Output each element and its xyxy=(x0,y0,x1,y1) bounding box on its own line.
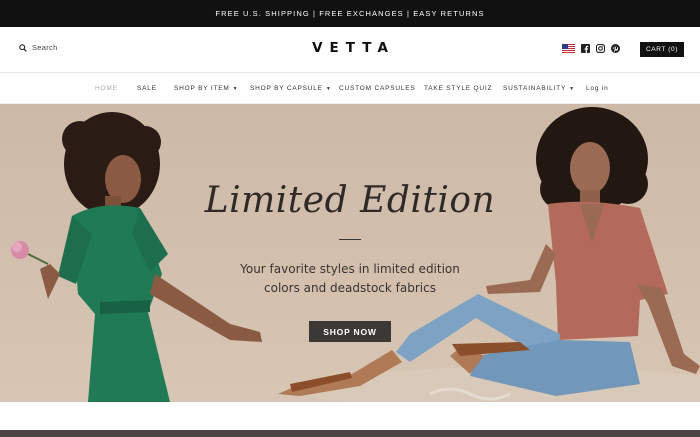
facebook-icon[interactable] xyxy=(581,44,590,53)
nav-item-home[interactable]: HOME xyxy=(95,85,118,92)
chevron-down-icon: ▼ xyxy=(569,86,575,92)
nav-item-custom-capsules[interactable]: CUSTOM CAPSULES xyxy=(339,85,416,92)
nav-item-log-in[interactable]: Log in xyxy=(586,85,609,92)
chevron-down-icon: ▼ xyxy=(325,86,332,92)
site-header: Search VETTA CART (0) xyxy=(0,27,700,73)
model-left-illustration xyxy=(11,112,262,402)
announcement-text: FREE U.S. SHIPPING | FREE EXCHANGES | EA… xyxy=(215,9,485,18)
nav-item-shop-by-item[interactable]: SHOP BY ITEM ▼ xyxy=(174,85,238,92)
next-section-band xyxy=(0,430,700,437)
hero-subtitle-line-2: colors and deadstock fabrics xyxy=(264,280,436,295)
hero-subtitle: Your favorite styles in limited edition … xyxy=(0,260,700,297)
shop-now-button[interactable]: SHOP NOW xyxy=(309,321,391,342)
nav-item-sustainability[interactable]: SUSTAINABILITY ▼ xyxy=(503,85,575,92)
main-nav: HOME SALE SHOP BY ITEM ▼ SHOP BY CAPSULE ▼… xyxy=(0,73,700,104)
hero-divider xyxy=(339,239,361,240)
instagram-icon[interactable] xyxy=(596,44,605,53)
nav-item-shop-by-capsule[interactable]: SHOP BY CAPSULE ▼ xyxy=(250,85,332,92)
hero-subtitle-line-1: Your favorite styles in limited edition xyxy=(240,262,460,276)
chevron-down-icon: ▼ xyxy=(232,86,239,92)
nav-item-sale[interactable]: SALE xyxy=(137,85,157,92)
model-right-illustration xyxy=(278,107,700,396)
us-flag-icon[interactable] xyxy=(562,44,575,53)
below-hero-spacer xyxy=(0,402,700,430)
nav-item-take-style-quiz[interactable]: TAKE STYLE QUIZ xyxy=(424,85,492,92)
pinterest-icon[interactable] xyxy=(611,44,620,53)
hero-banner: Limited Edition Your favorite styles in … xyxy=(0,104,700,402)
hero-image xyxy=(11,107,700,402)
announcement-bar: FREE U.S. SHIPPING | FREE EXCHANGES | EA… xyxy=(0,0,700,27)
cart-button[interactable]: CART (0) xyxy=(640,42,684,57)
header-icons xyxy=(562,44,620,53)
hero-title: Limited Edition xyxy=(204,180,496,221)
